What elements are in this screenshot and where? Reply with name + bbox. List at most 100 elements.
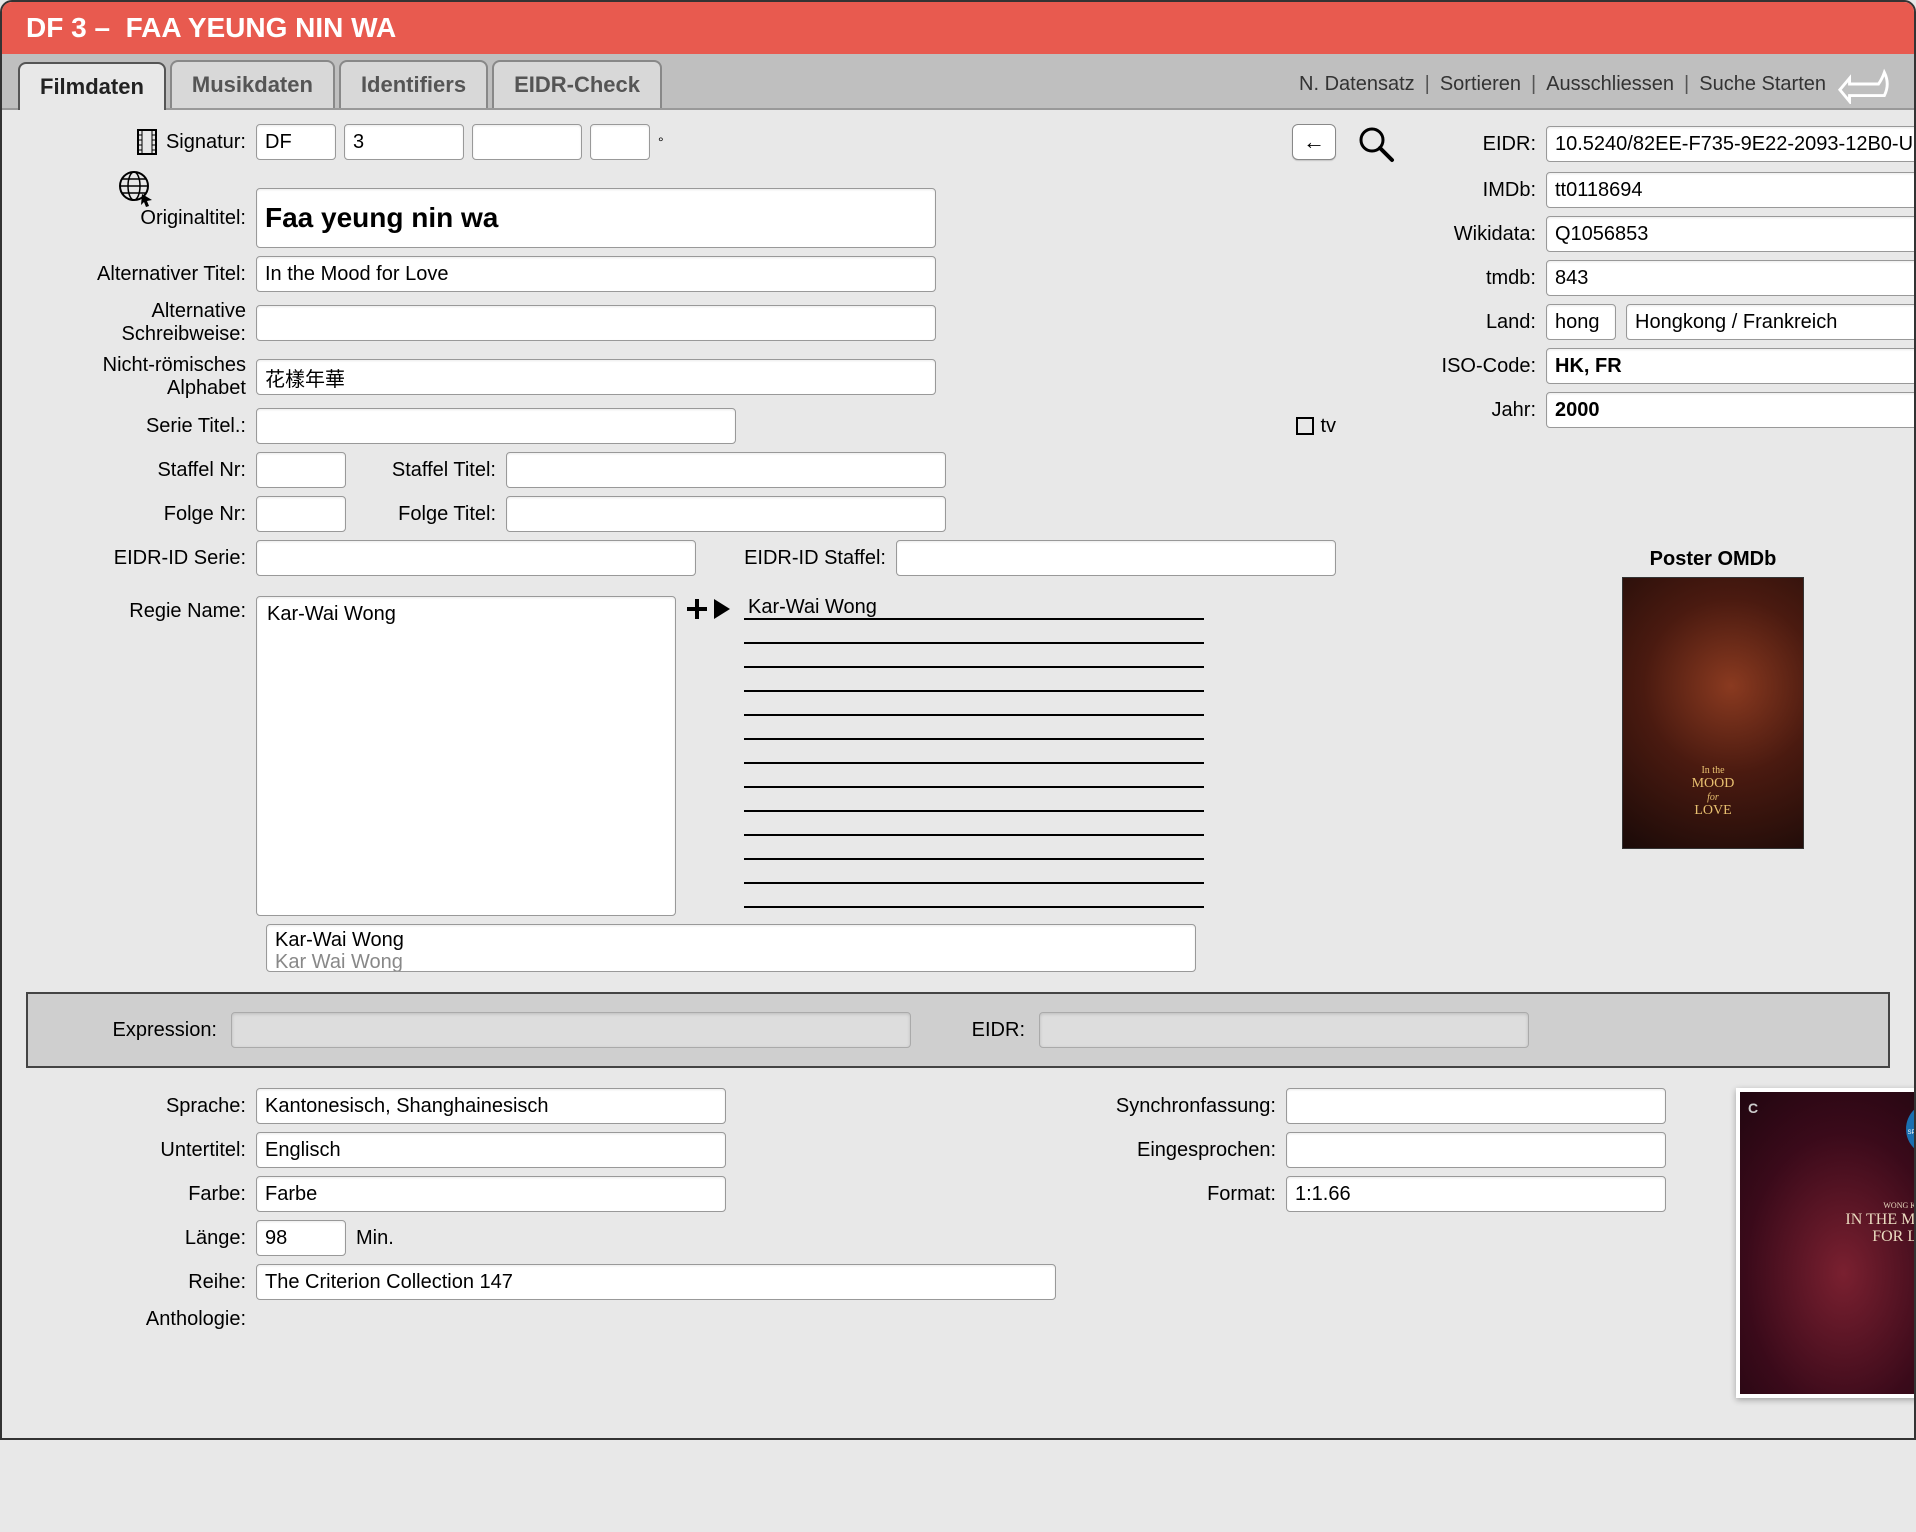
play-icon[interactable] [712, 596, 732, 622]
director-line[interactable] [744, 644, 1204, 668]
alt-titel-input[interactable] [256, 256, 936, 292]
signatur-extra1-input[interactable] [472, 124, 582, 160]
expression-bar: Expression: EIDR: [26, 992, 1890, 1068]
label-signatur: Signatur: [166, 131, 246, 154]
folge-nr-input[interactable] [256, 496, 346, 532]
director-line[interactable] [744, 884, 1204, 908]
nav-new-record[interactable]: N. Datensatz [1299, 73, 1415, 96]
label-staffel-nr: Staffel Nr: [26, 459, 246, 482]
tab-eidr-check[interactable]: EIDR-Check [492, 60, 662, 108]
director-line[interactable] [744, 788, 1204, 812]
label-tmdb: tmdb: [1416, 267, 1536, 290]
label-laenge: Länge: [26, 1227, 246, 1250]
tv-checkbox[interactable] [1296, 417, 1314, 435]
label-synchron: Synchronfassung: [1086, 1095, 1276, 1118]
nav-divider: | [1684, 73, 1689, 96]
sprache-input[interactable] [256, 1088, 726, 1124]
window-title: DF 3 – FAA YEUNG NIN WA [26, 12, 396, 44]
expression-input[interactable] [231, 1012, 911, 1048]
label-farbe: Farbe: [26, 1183, 246, 1206]
director-line[interactable]: Kar-Wai Wong [744, 596, 1204, 620]
label-reihe: Reihe: [26, 1271, 246, 1294]
staffel-nr-input[interactable] [256, 452, 346, 488]
director-line[interactable] [744, 740, 1204, 764]
label-eingesprochen: Eingesprochen: [1086, 1139, 1276, 1162]
tab-bar: Filmdaten Musikdaten Identifiers EIDR-Ch… [2, 54, 1914, 110]
label-folge-nr: Folge Nr: [26, 503, 246, 526]
label-staffel-titel: Staffel Titel: [356, 459, 496, 482]
director-lines-list: Kar-Wai Wong [744, 596, 1204, 908]
staffel-titel-input[interactable] [506, 452, 946, 488]
director-line[interactable] [744, 668, 1204, 692]
label-wikidata: Wikidata: [1416, 223, 1536, 246]
signatur-back-button[interactable]: ← [1292, 124, 1336, 160]
land-name-input[interactable] [1626, 304, 1916, 340]
signatur-prefix-input[interactable] [256, 124, 336, 160]
label-jahr: Jahr: [1416, 399, 1536, 422]
eingesprochen-input[interactable] [1286, 1132, 1666, 1168]
director-combined-line2: Kar Wai Wong [275, 951, 1187, 972]
label-iso: ISO-Code: [1416, 355, 1536, 378]
label-tv: tv [1320, 415, 1336, 438]
alt-schreib-input[interactable] [256, 305, 936, 341]
director-line[interactable] [744, 692, 1204, 716]
back-arrow-icon[interactable] [1836, 64, 1894, 104]
eidr-staffel-input[interactable] [896, 540, 1336, 576]
tab-identifiers[interactable]: Identifiers [339, 60, 488, 108]
laenge-input[interactable] [256, 1220, 346, 1256]
nav-exclude[interactable]: Ausschliessen [1546, 73, 1674, 96]
eidr-serie-input[interactable] [256, 540, 696, 576]
label-min: Min. [356, 1227, 394, 1250]
nav-sort[interactable]: Sortieren [1440, 73, 1521, 96]
format-input[interactable] [1286, 1176, 1666, 1212]
director-line[interactable] [744, 860, 1204, 884]
globe-cursor-icon[interactable] [116, 168, 156, 208]
poster-label: Poster OMDb [1356, 548, 1916, 571]
farbe-input[interactable] [256, 1176, 726, 1212]
wikidata-input[interactable] [1546, 216, 1916, 252]
tab-musikdaten[interactable]: Musikdaten [170, 60, 335, 108]
eidr-expression-input[interactable] [1039, 1012, 1529, 1048]
iso-input[interactable] [1546, 348, 1916, 384]
label-folge-titel: Folge Titel: [356, 503, 496, 526]
criterion-logo: C [1748, 1100, 1758, 1116]
tab-filmdaten[interactable]: Filmdaten [18, 62, 166, 110]
serie-titel-input[interactable] [256, 408, 736, 444]
label-expression: Expression: [52, 1019, 217, 1042]
director-line[interactable] [744, 764, 1204, 788]
label-land: Land: [1416, 311, 1536, 334]
director-line[interactable] [744, 812, 1204, 836]
label-regie: Regie Name: [26, 596, 246, 623]
jahr-input[interactable] [1546, 392, 1916, 428]
label-alt-titel: Alternativer Titel: [26, 263, 246, 286]
degree-symbol: ° [658, 134, 664, 150]
label-imdb: IMDb: [1416, 179, 1536, 202]
untertitel-input[interactable] [256, 1132, 726, 1168]
originaltitel-input[interactable] [256, 188, 936, 248]
director-combined-box[interactable]: Kar-Wai Wong Kar Wai Wong [266, 924, 1196, 972]
poster-image: In the MOOD for LOVE [1622, 577, 1804, 849]
folge-titel-input[interactable] [506, 496, 946, 532]
imdb-input[interactable] [1546, 172, 1916, 208]
label-eidr-staffel: EIDR-ID Staffel: [706, 547, 886, 570]
signatur-extra2-input[interactable] [590, 124, 650, 160]
director-line[interactable] [744, 836, 1204, 860]
land-code-input[interactable] [1546, 304, 1616, 340]
reihe-input[interactable] [256, 1264, 1056, 1300]
cover-image: C BLU-RAY SPECIAL EDITION WONG KAR WAI'S… [1736, 1088, 1916, 1398]
director-line[interactable] [744, 716, 1204, 740]
tmdb-input[interactable] [1546, 260, 1916, 296]
label-eidr-serie: EIDR-ID Serie: [26, 547, 246, 570]
nav-divider: | [1531, 73, 1536, 96]
director-line[interactable] [744, 620, 1204, 644]
magnifier-icon[interactable] [1356, 124, 1396, 164]
signatur-number-input[interactable] [344, 124, 464, 160]
non-roman-input[interactable] [256, 359, 936, 395]
plus-icon[interactable] [684, 596, 710, 622]
synchron-input[interactable] [1286, 1088, 1666, 1124]
director-textarea[interactable]: Kar-Wai Wong [256, 596, 676, 916]
eidr-input[interactable] [1546, 126, 1916, 162]
label-sprache: Sprache: [26, 1095, 246, 1118]
label-alt-schreib: Alternative Schreibweise: [26, 300, 246, 346]
nav-start-search[interactable]: Suche Starten [1699, 73, 1826, 96]
